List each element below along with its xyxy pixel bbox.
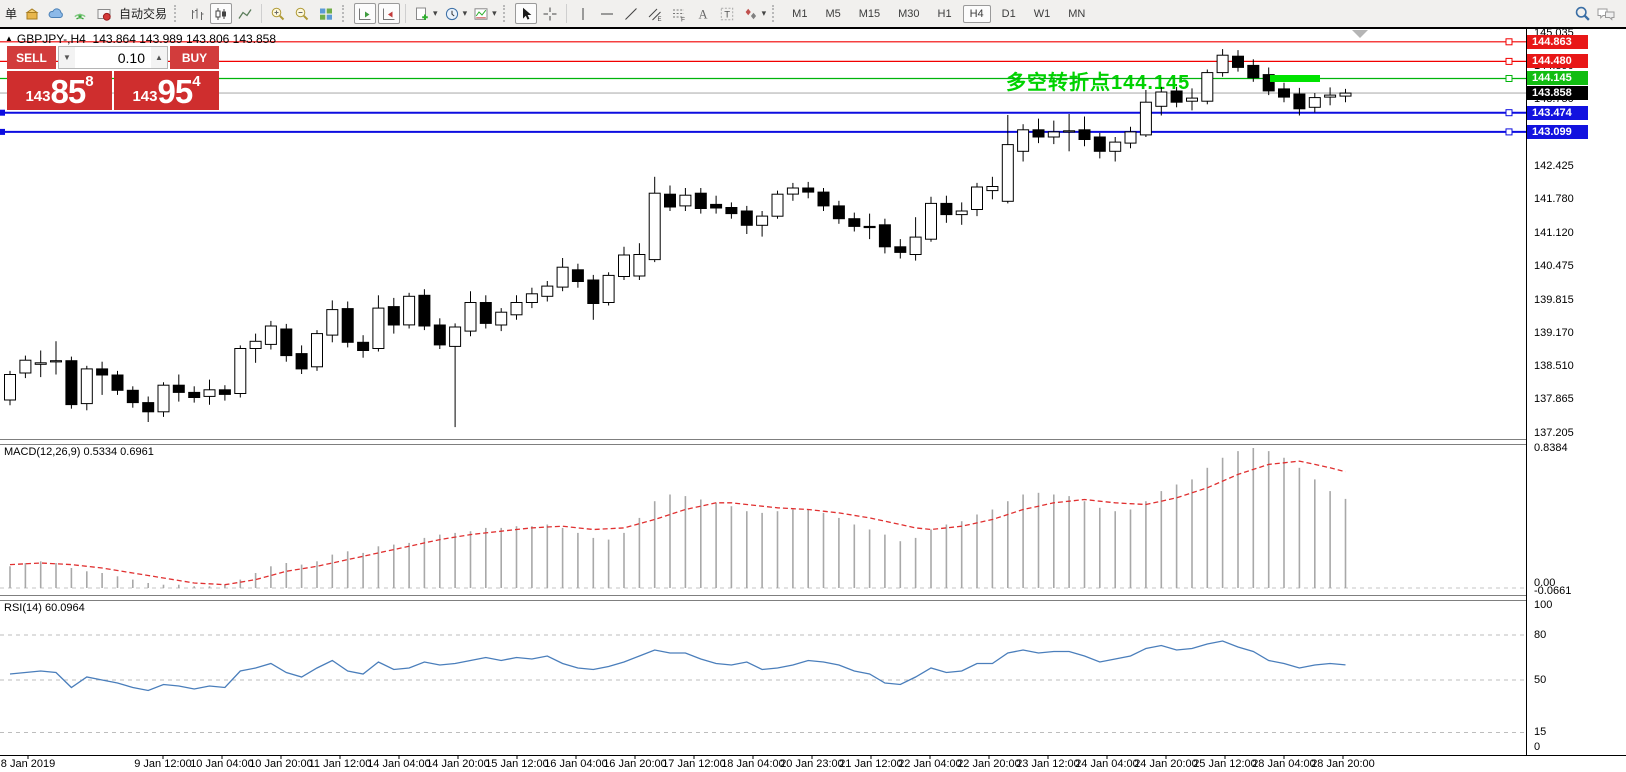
time-label: 10 Jan 20:00 xyxy=(249,758,313,770)
indicator-tick-100: 100 xyxy=(1534,599,1552,611)
mt4-window: 单 自动交易 xyxy=(0,0,1626,772)
price-marker-144.863: 144.863 xyxy=(1527,35,1588,49)
sell-price-pip: 8 xyxy=(85,74,93,89)
chart-canvas[interactable] xyxy=(0,0,1626,772)
price-tick-137.205: 137.205 xyxy=(1534,427,1574,439)
macd-indicator-label: MACD(12,26,9) 0.5334 0.6961 xyxy=(4,446,154,458)
buy-price-panel[interactable]: 143 95 4 xyxy=(114,71,219,110)
one-click-trading-panel: SELL ▼ ▲ BUY 143 85 8 143 95 4 xyxy=(7,46,219,110)
buy-price-prefix: 143 xyxy=(132,86,157,108)
time-label: 22 Jan 04:00 xyxy=(898,758,962,770)
time-label: 25 Jan 12:00 xyxy=(1193,758,1257,770)
indicator-tick--0.0661: -0.0661 xyxy=(1534,585,1571,597)
indicator-tick-0: 0 xyxy=(1534,741,1540,753)
price-marker-144.145: 144.145 xyxy=(1527,71,1588,85)
time-label: 16 Jan 04:00 xyxy=(544,758,608,770)
price-tick-139.170: 139.170 xyxy=(1534,327,1574,339)
time-label: 10 Jan 04:00 xyxy=(190,758,254,770)
price-marker-143.099: 143.099 xyxy=(1527,125,1588,139)
rsi-pane-separator[interactable] xyxy=(0,595,1626,601)
time-label: 16 Jan 20:00 xyxy=(603,758,667,770)
volume-control: ▼ ▲ xyxy=(58,46,168,69)
time-label: 8 Jan 2019 xyxy=(1,758,55,770)
price-tick-141.120: 141.120 xyxy=(1534,227,1574,239)
time-label: 22 Jan 20:00 xyxy=(957,758,1021,770)
price-marker-143.858: 143.858 xyxy=(1527,86,1588,100)
time-label: 21 Jan 12:00 xyxy=(839,758,903,770)
symbol-period-label: GBPJPY-,H4 xyxy=(17,32,86,46)
sell-button[interactable]: SELL xyxy=(7,46,56,69)
price-tick-140.475: 140.475 xyxy=(1534,260,1574,272)
indicator-tick-50: 50 xyxy=(1534,674,1546,686)
ohlc-values: 143.864 143.989 143.806 143.858 xyxy=(93,32,277,46)
price-axis[interactable]: 145.035144.390143.750143.105142.425141.7… xyxy=(1526,29,1626,755)
time-label: 24 Jan 04:00 xyxy=(1075,758,1139,770)
volume-decrease-button[interactable]: ▼ xyxy=(59,47,75,68)
time-label: 24 Jan 20:00 xyxy=(1134,758,1198,770)
time-label: 14 Jan 20:00 xyxy=(426,758,490,770)
volume-increase-button[interactable]: ▲ xyxy=(151,47,167,68)
sell-price-main: 85 xyxy=(50,75,85,108)
time-label: 18 Jan 04:00 xyxy=(721,758,785,770)
time-label: 11 Jan 12:00 xyxy=(309,758,372,770)
indicator-tick-80: 80 xyxy=(1534,629,1546,641)
time-label: 9 Jan 12:00 xyxy=(134,758,192,770)
price-tick-137.865: 137.865 xyxy=(1534,393,1574,405)
time-label: 28 Jan 04:00 xyxy=(1252,758,1316,770)
time-label: 23 Jan 12:00 xyxy=(1016,758,1080,770)
price-tick-141.780: 141.780 xyxy=(1534,193,1574,205)
collapse-panel-icon[interactable]: ▲ xyxy=(5,34,13,43)
time-label: 28 Jan 20:00 xyxy=(1311,758,1375,770)
indicator-tick-15: 15 xyxy=(1534,726,1546,738)
buy-price-pip: 4 xyxy=(192,74,200,89)
chart-title: ▲ GBPJPY-,H4 143.864 143.989 143.806 143.… xyxy=(5,32,276,46)
price-marker-143.474: 143.474 xyxy=(1527,106,1588,120)
indicator-tick-0.8384: 0.8384 xyxy=(1534,442,1568,454)
macd-pane-separator[interactable] xyxy=(0,439,1626,445)
sell-price-prefix: 143 xyxy=(25,86,50,108)
buy-button[interactable]: BUY xyxy=(170,46,219,69)
time-label: 17 Jan 12:00 xyxy=(662,758,726,770)
rsi-indicator-label: RSI(14) 60.0964 xyxy=(4,602,85,614)
time-label: 15 Jan 12:00 xyxy=(485,758,549,770)
time-label: 20 Jan 23:00 xyxy=(780,758,844,770)
time-axis-line xyxy=(0,755,1626,756)
price-tick-139.815: 139.815 xyxy=(1534,294,1574,306)
time-label: 14 Jan 04:00 xyxy=(367,758,431,770)
price-tick-142.425: 142.425 xyxy=(1534,160,1574,172)
sell-price-panel[interactable]: 143 85 8 xyxy=(7,71,112,110)
price-marker-144.480: 144.480 xyxy=(1527,54,1588,68)
buy-price-main: 95 xyxy=(157,75,192,108)
price-tick-138.510: 138.510 xyxy=(1534,360,1574,372)
volume-input[interactable] xyxy=(75,47,151,68)
